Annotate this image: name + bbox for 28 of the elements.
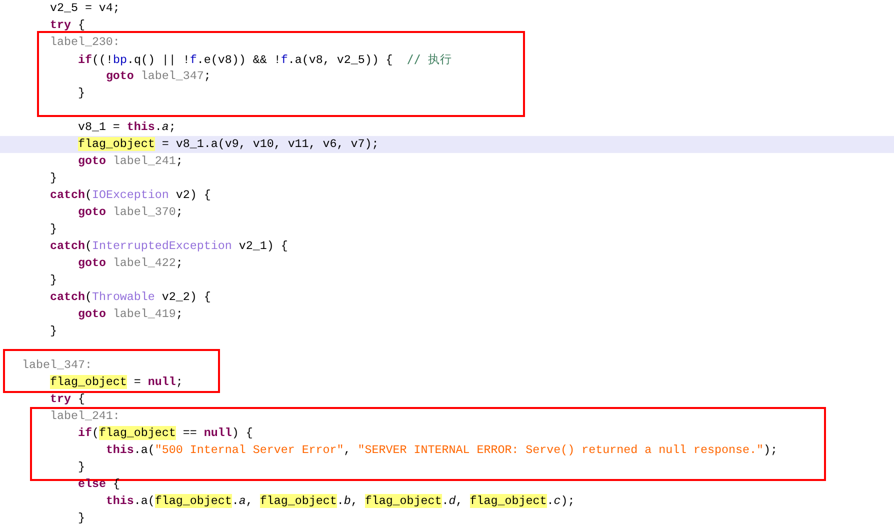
code-line: label_347:: [21, 357, 93, 374]
code-line: goto label_419;: [76, 306, 184, 323]
code-line: if(flag_object == null) {: [76, 425, 254, 442]
code-line: catch(Throwable v2_2) {: [48, 289, 212, 306]
code-line: }: [76, 459, 86, 476]
code-line: }: [48, 170, 58, 187]
code-line: v8_1 = this.a;: [76, 119, 177, 136]
code-line: goto label_241;: [76, 153, 184, 170]
code-line: if((!bp.q() || !f.e(v8)) && !f.a(v8, v2_5)) { // 执行: [76, 51, 453, 68]
code-line: goto label_347;: [104, 68, 212, 85]
code-line: this.a("500 Internal Server Error", "SERVER INTERNAL ERROR: Serve() returned a null response.");: [104, 442, 779, 459]
code-line: }: [48, 272, 58, 289]
code-line: catch(InterruptedException v2_1) {: [48, 238, 289, 255]
code-line: else {: [76, 476, 121, 493]
code-line: label_230:: [48, 34, 121, 51]
code-line: }: [48, 221, 58, 238]
code-line: }: [76, 85, 86, 102]
code-line: }: [48, 323, 58, 340]
code-line: goto label_422;: [76, 255, 184, 272]
code-line: v2_5 = v4;: [48, 0, 121, 17]
code-line: try {: [48, 17, 86, 34]
code-line: this.a(flag_object.a, flag_object.b, flag_object.d, flag_object.c);: [104, 493, 576, 510]
code-line: }: [76, 510, 86, 527]
code-line: flag_object = null;: [48, 374, 184, 391]
code-line: catch(IOException v2) {: [48, 187, 212, 204]
code-line: goto label_370;: [76, 204, 184, 221]
code-line: label_241:: [48, 408, 121, 425]
code-line: try {: [48, 391, 86, 408]
